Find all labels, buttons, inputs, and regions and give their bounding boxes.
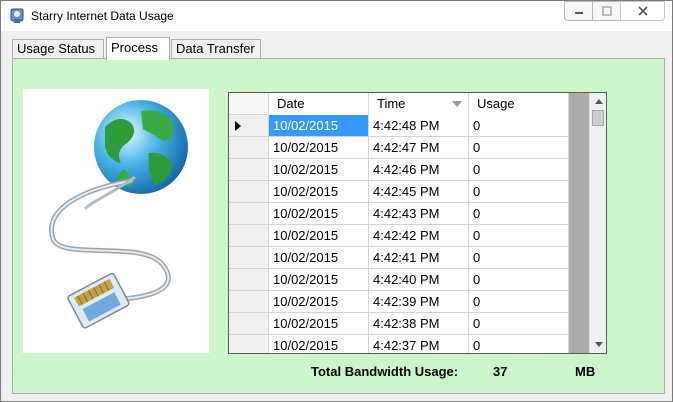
- cell-usage[interactable]: 0: [469, 225, 569, 247]
- tab-usage-status[interactable]: Usage Status: [12, 39, 104, 59]
- tab-label: Usage Status: [17, 41, 96, 56]
- table-row[interactable]: 10/02/2015 4:42:43 PM 0: [229, 203, 569, 225]
- column-header-label: Date: [277, 96, 305, 111]
- cell-date[interactable]: 10/02/2015: [269, 225, 369, 247]
- cell-time[interactable]: 4:42:42 PM: [369, 225, 469, 247]
- cell-time[interactable]: 4:42:48 PM: [369, 115, 469, 137]
- app-icon[interactable]: [9, 8, 25, 24]
- cell-usage[interactable]: 0: [469, 203, 569, 225]
- cell-usage[interactable]: 0: [469, 335, 569, 353]
- table-row[interactable]: 10/02/2015 4:42:37 PM 0: [229, 335, 569, 353]
- close-icon: [637, 6, 648, 16]
- cell-date[interactable]: 10/02/2015: [269, 115, 369, 137]
- column-header-usage[interactable]: Usage: [469, 93, 569, 115]
- row-header[interactable]: [229, 247, 269, 269]
- row-header[interactable]: [229, 269, 269, 291]
- row-header[interactable]: [229, 159, 269, 181]
- cell-usage[interactable]: 0: [469, 181, 569, 203]
- title-bar[interactable]: Starry Internet Data Usage: [1, 1, 672, 31]
- cell-date[interactable]: 10/02/2015: [269, 137, 369, 159]
- cell-time[interactable]: 4:42:43 PM: [369, 203, 469, 225]
- scroll-down-button[interactable]: [590, 336, 606, 353]
- cell-date[interactable]: 10/02/2015: [269, 159, 369, 181]
- cell-usage[interactable]: 0: [469, 269, 569, 291]
- vertical-scrollbar[interactable]: [589, 93, 606, 353]
- globe-cable-icon: [49, 100, 188, 329]
- close-button[interactable]: [620, 1, 665, 21]
- minimize-button[interactable]: [564, 1, 592, 21]
- table-row[interactable]: 10/02/2015 4:42:46 PM 0: [229, 159, 569, 181]
- cell-date[interactable]: 10/02/2015: [269, 203, 369, 225]
- table-row[interactable]: 10/02/2015 4:42:47 PM 0: [229, 137, 569, 159]
- column-header-label: Usage: [477, 96, 515, 111]
- cell-date[interactable]: 10/02/2015: [269, 291, 369, 313]
- cell-date[interactable]: 10/02/2015: [269, 335, 369, 353]
- total-bandwidth-label: Total Bandwidth Usage:: [311, 364, 459, 379]
- cell-date[interactable]: 10/02/2015: [269, 181, 369, 203]
- sort-descending-icon: [452, 101, 462, 107]
- cell-time[interactable]: 4:42:47 PM: [369, 137, 469, 159]
- grid-body: 10/02/2015 4:42:48 PM 0 10/02/2015 4:42:…: [229, 115, 569, 353]
- tab-data-transfer[interactable]: Data Transfer: [171, 39, 261, 59]
- cell-date[interactable]: 10/02/2015: [269, 313, 369, 335]
- globe-network-image: [23, 89, 209, 353]
- row-header[interactable]: [229, 225, 269, 247]
- row-header[interactable]: [229, 203, 269, 225]
- tab-process[interactable]: Process: [106, 37, 170, 60]
- tab-label: Data Transfer: [176, 41, 255, 56]
- row-header[interactable]: [229, 335, 269, 353]
- usage-data-grid[interactable]: Date Time Usage 10/02/2015 4:42:48 PM 0 …: [228, 92, 607, 354]
- column-header-date[interactable]: Date: [269, 93, 369, 115]
- table-row[interactable]: 10/02/2015 4:42:40 PM 0: [229, 269, 569, 291]
- cell-time[interactable]: 4:42:40 PM: [369, 269, 469, 291]
- grid-header: Date Time Usage: [229, 93, 569, 115]
- cell-time[interactable]: 4:42:45 PM: [369, 181, 469, 203]
- scroll-down-icon: [594, 342, 603, 347]
- cell-usage[interactable]: 0: [469, 313, 569, 335]
- app-window: Starry Internet Data Usage Usage Status …: [0, 0, 673, 402]
- table-row[interactable]: 10/02/2015 4:42:48 PM 0: [229, 115, 569, 137]
- cell-time[interactable]: 4:42:37 PM: [369, 335, 469, 353]
- row-header[interactable]: [229, 115, 269, 137]
- row-header[interactable]: [229, 181, 269, 203]
- column-header-label: Time: [377, 96, 406, 111]
- process-panel: Date Time Usage 10/02/2015 4:42:48 PM 0 …: [12, 58, 665, 394]
- current-row-pointer-icon: [235, 121, 241, 131]
- cell-time[interactable]: 4:42:46 PM: [369, 159, 469, 181]
- total-bandwidth-unit: MB: [575, 364, 596, 379]
- scroll-up-button[interactable]: [590, 93, 606, 110]
- table-row[interactable]: 10/02/2015 4:42:45 PM 0: [229, 181, 569, 203]
- cell-date[interactable]: 10/02/2015: [269, 269, 369, 291]
- scroll-thumb[interactable]: [592, 110, 604, 126]
- table-row[interactable]: 10/02/2015 4:42:41 PM 0: [229, 247, 569, 269]
- total-bandwidth-value: 37: [493, 364, 508, 379]
- cell-usage[interactable]: 0: [469, 115, 569, 137]
- cell-date[interactable]: 10/02/2015: [269, 247, 369, 269]
- table-row[interactable]: 10/02/2015 4:42:42 PM 0: [229, 225, 569, 247]
- column-header-time[interactable]: Time: [369, 93, 469, 115]
- cell-time[interactable]: 4:42:41 PM: [369, 247, 469, 269]
- window-title: Starry Internet Data Usage: [31, 9, 174, 23]
- table-row[interactable]: 10/02/2015 4:42:39 PM 0: [229, 291, 569, 313]
- cell-usage[interactable]: 0: [469, 291, 569, 313]
- row-header[interactable]: [229, 291, 269, 313]
- row-header[interactable]: [229, 313, 269, 335]
- maximize-icon: [601, 6, 612, 16]
- cell-usage[interactable]: 0: [469, 159, 569, 181]
- cell-usage[interactable]: 0: [469, 247, 569, 269]
- row-header[interactable]: [229, 137, 269, 159]
- cell-time[interactable]: 4:42:39 PM: [369, 291, 469, 313]
- cell-time[interactable]: 4:42:38 PM: [369, 313, 469, 335]
- maximize-button[interactable]: [592, 1, 620, 21]
- minimize-icon: [574, 12, 583, 14]
- cell-usage[interactable]: 0: [469, 137, 569, 159]
- scroll-up-icon: [594, 99, 603, 104]
- row-header-corner[interactable]: [229, 93, 269, 114]
- tab-label: Process: [111, 40, 158, 55]
- table-row[interactable]: 10/02/2015 4:42:38 PM 0: [229, 313, 569, 335]
